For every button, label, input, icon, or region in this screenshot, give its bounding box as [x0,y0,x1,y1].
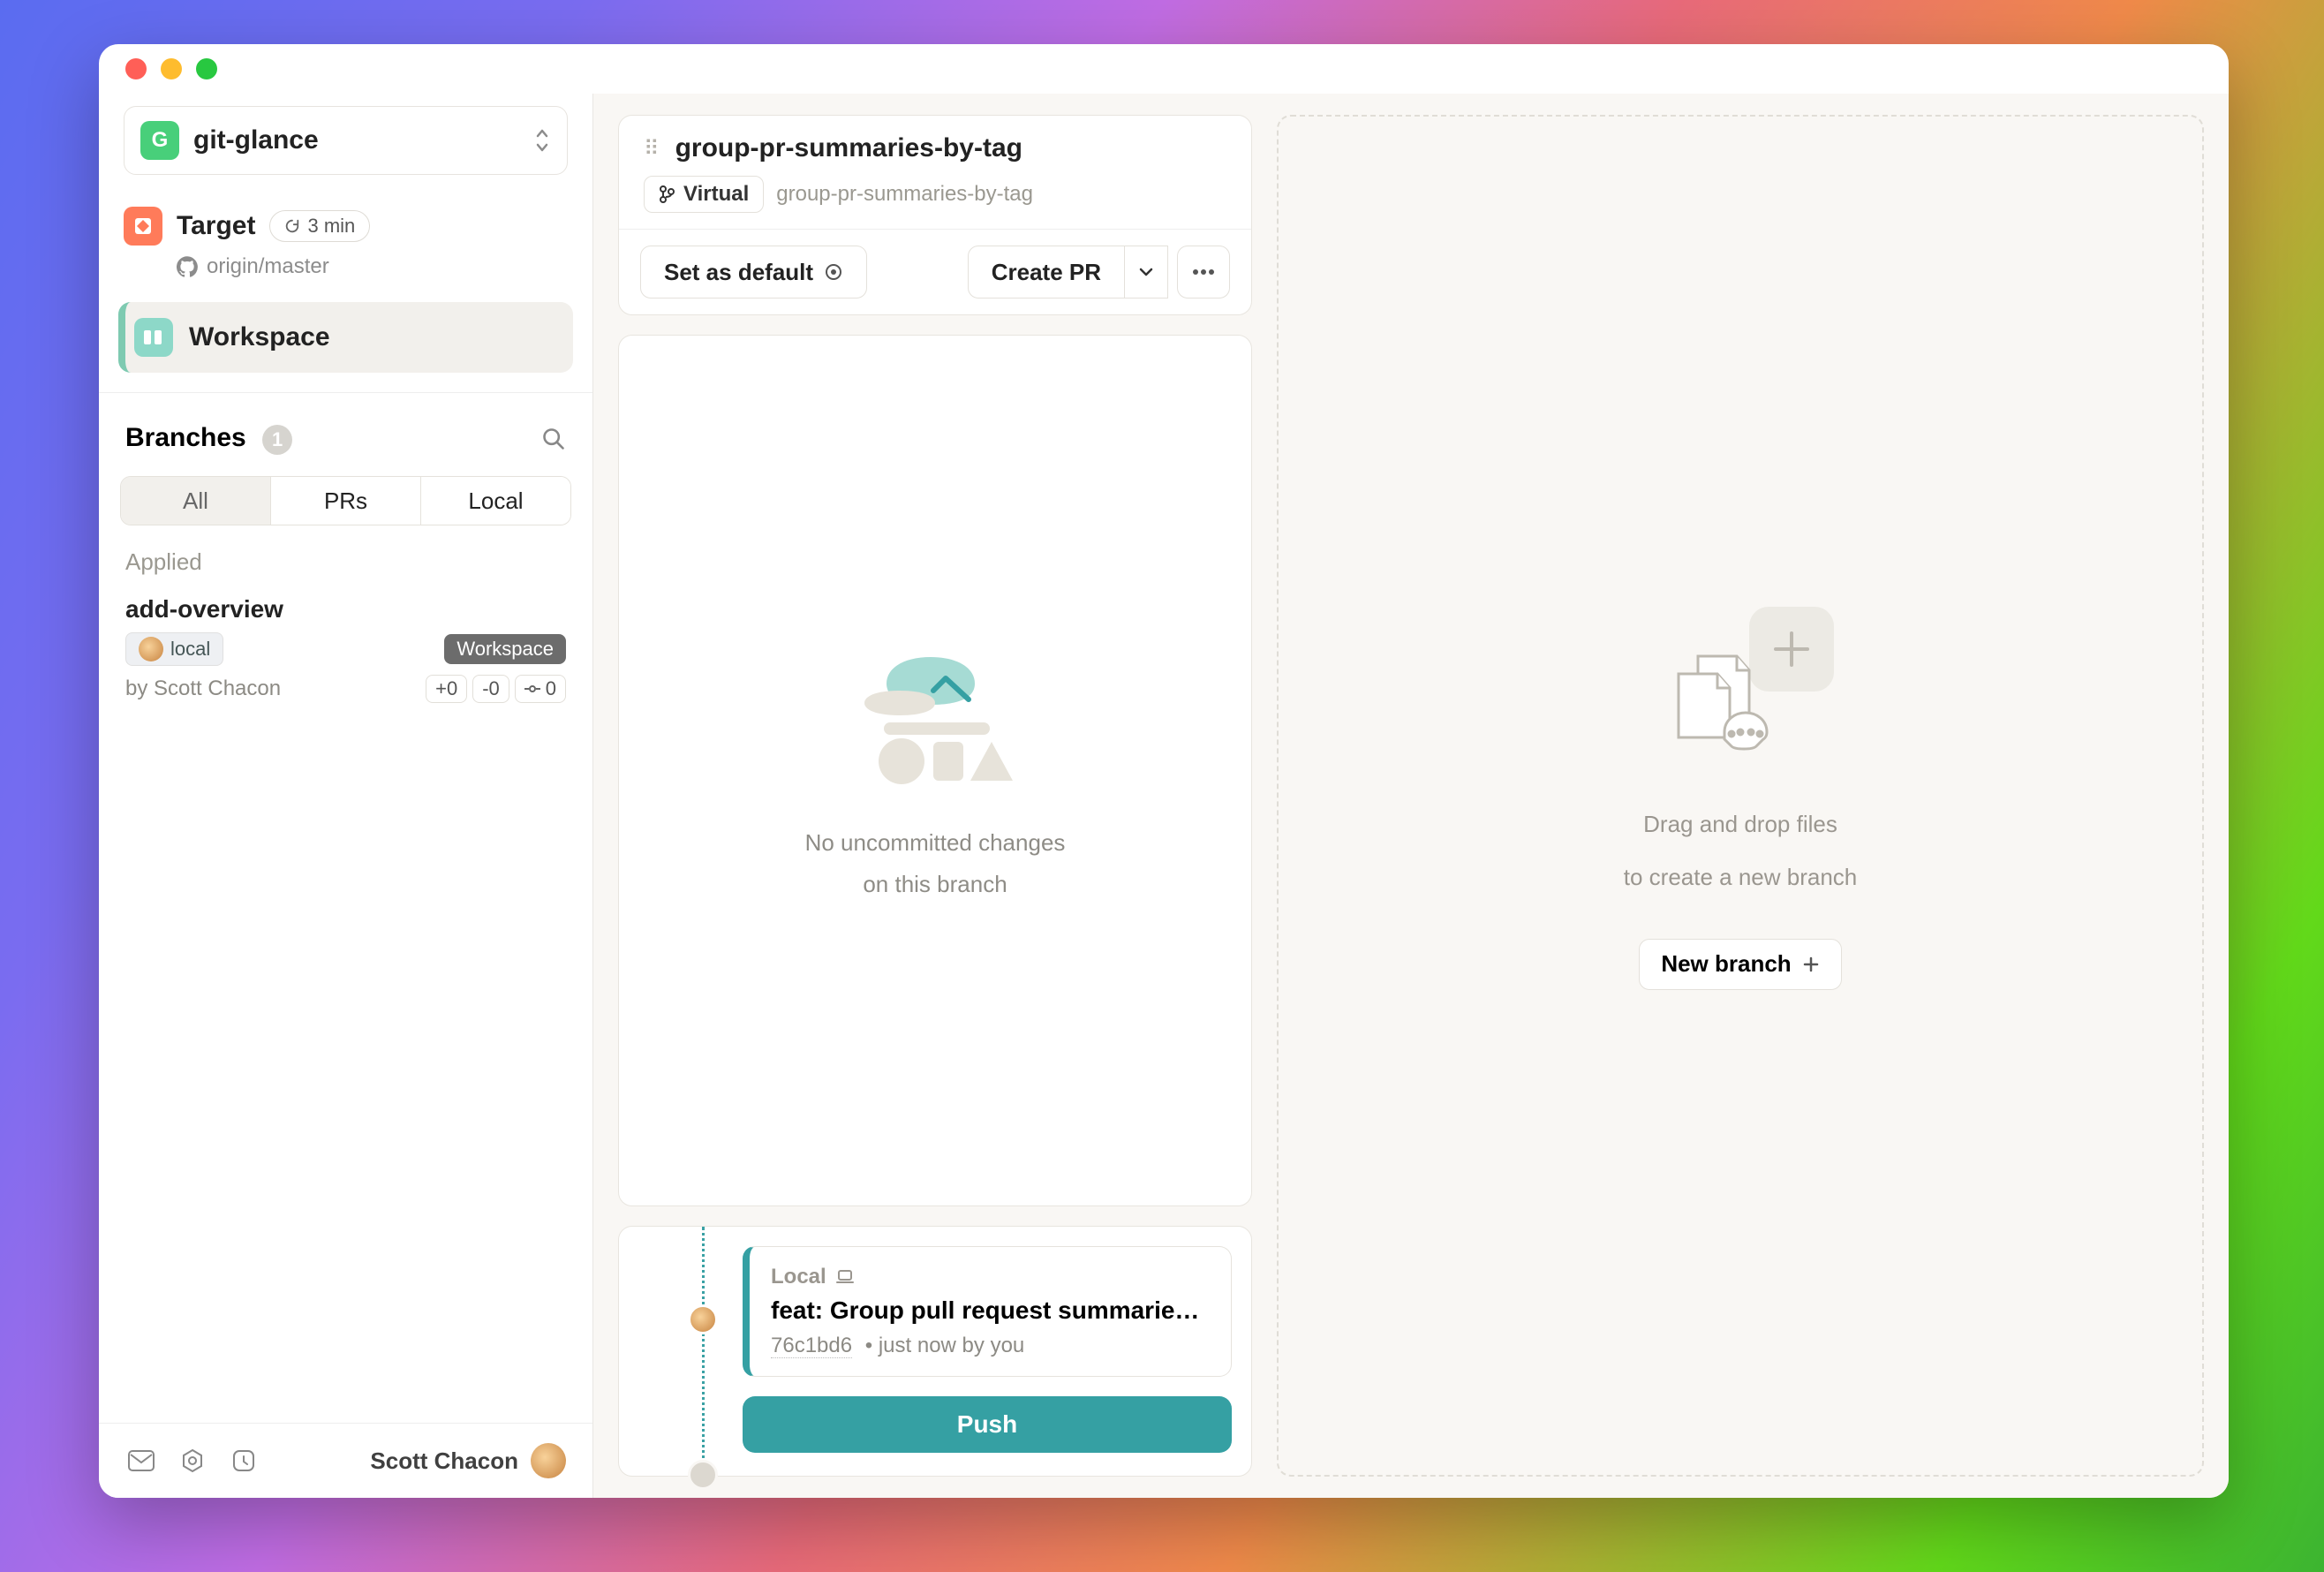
user-name: Scott Chacon [370,1447,518,1475]
branches-count-badge: 1 [262,425,292,455]
more-icon [1192,268,1215,276]
empty-text-line2: on this branch [863,866,1007,902]
base-commit-dot [688,1460,718,1490]
author-avatar-small [139,637,163,661]
uncommitted-panel: No uncommitted changes on this branch [618,335,1252,1206]
ahead-chip: 0 [515,675,566,703]
commit-rail [702,1227,705,1476]
branch-filter-tabs: All PRs Local [120,476,571,525]
close-window-button[interactable] [125,58,147,79]
plus-icon [1802,956,1820,973]
create-pr-button[interactable]: Create PR [968,246,1125,299]
commit-icon [524,683,540,695]
local-tag: local [125,632,223,666]
tab-prs[interactable]: PRs [270,477,420,525]
target-remote: origin/master [177,254,568,279]
history-icon[interactable] [228,1445,260,1477]
search-icon[interactable] [541,427,566,451]
commit-sha[interactable]: 76c1bd6 [771,1334,852,1358]
main-area: ⠿ group-pr-summaries-by-tag Virtual grou… [593,94,2229,1498]
new-branch-dropzone[interactable]: Drag and drop files to create a new bran… [1277,115,2204,1477]
branch-card[interactable]: add-overview local Workspace by Scott Ch… [99,586,592,728]
branch-icon [659,185,675,203]
commit-avatar-dot [688,1304,718,1334]
mail-icon[interactable] [125,1445,157,1477]
dropzone-text-line2: to create a new branch [1624,859,1858,896]
new-branch-button[interactable]: New branch [1639,939,1841,990]
tab-all[interactable]: All [121,477,270,525]
nav-workspace-label: Workspace [189,322,330,352]
fetch-time-label: 3 min [307,215,355,238]
target-label: Target [177,211,255,241]
target-remote-label: origin/master [207,254,329,279]
chevron-down-icon [1137,266,1155,278]
branch-name: add-overview [125,595,566,624]
lane-header-panel: ⠿ group-pr-summaries-by-tag Virtual grou… [618,115,1252,315]
target-row[interactable]: Target 3 min [124,207,568,246]
push-button[interactable]: Push [743,1396,1232,1453]
sidebar: G git-glance Target 3 min origin/master [99,94,593,1498]
minimize-window-button[interactable] [161,58,182,79]
commit-title: feat: Group pull request summaries b... [771,1296,1210,1325]
deletions-chip: -0 [472,675,509,703]
create-pr-group: Create PR [968,246,1168,299]
drag-handle-icon[interactable]: ⠿ [644,136,663,162]
empty-text-line1: No uncommitted changes [805,825,1066,860]
commit-meta: just now by you [879,1334,1024,1357]
target-icon [124,207,162,246]
commit-panel: Local feat: Group pull request summaries… [618,1226,1252,1477]
virtual-tag: Virtual [644,176,764,213]
dropzone-text-line1: Drag and drop files [1643,806,1837,843]
branches-title: Branches [125,423,246,452]
applied-section-label: Applied [99,545,592,586]
settings-icon[interactable] [177,1445,208,1477]
lane-title: group-pr-summaries-by-tag [675,133,1022,163]
app-window: G git-glance Target 3 min origin/master [99,44,2229,1498]
refresh-icon [284,218,300,234]
github-icon [177,256,198,277]
project-picker[interactable]: G git-glance [124,106,568,175]
maximize-window-button[interactable] [196,58,217,79]
dropzone-illustration [1643,601,1837,769]
tab-local[interactable]: Local [420,477,570,525]
create-pr-dropdown[interactable] [1125,246,1168,299]
project-name: git-glance [193,125,519,155]
empty-state-illustration [838,639,1032,790]
user-avatar [531,1443,566,1478]
workspace-icon [134,318,173,357]
project-logo: G [140,121,179,160]
commit-location: Local [771,1265,826,1289]
target-circle-icon [824,262,843,282]
laptop-icon [835,1269,855,1285]
lane-subtitle: group-pr-summaries-by-tag [776,182,1033,207]
lane-more-button[interactable] [1177,246,1230,299]
set-default-button[interactable]: Set as default [640,246,867,299]
additions-chip: +0 [426,675,467,703]
sidebar-footer: Scott Chacon [99,1423,592,1498]
branches-header: Branches 1 [99,393,592,472]
current-user[interactable]: Scott Chacon [370,1443,566,1478]
nav-workspace[interactable]: Workspace [118,302,573,373]
titlebar [99,44,2229,94]
branch-author: by Scott Chacon [125,676,281,701]
lane-actions: Set as default Create PR [619,229,1251,314]
branch-lane: ⠿ group-pr-summaries-by-tag Virtual grou… [618,115,1252,1477]
workspace-tag: Workspace [444,634,566,664]
fetch-time-pill[interactable]: 3 min [269,210,370,242]
commit-card[interactable]: Local feat: Group pull request summaries… [743,1246,1232,1377]
chevron-updown-icon [533,127,551,154]
